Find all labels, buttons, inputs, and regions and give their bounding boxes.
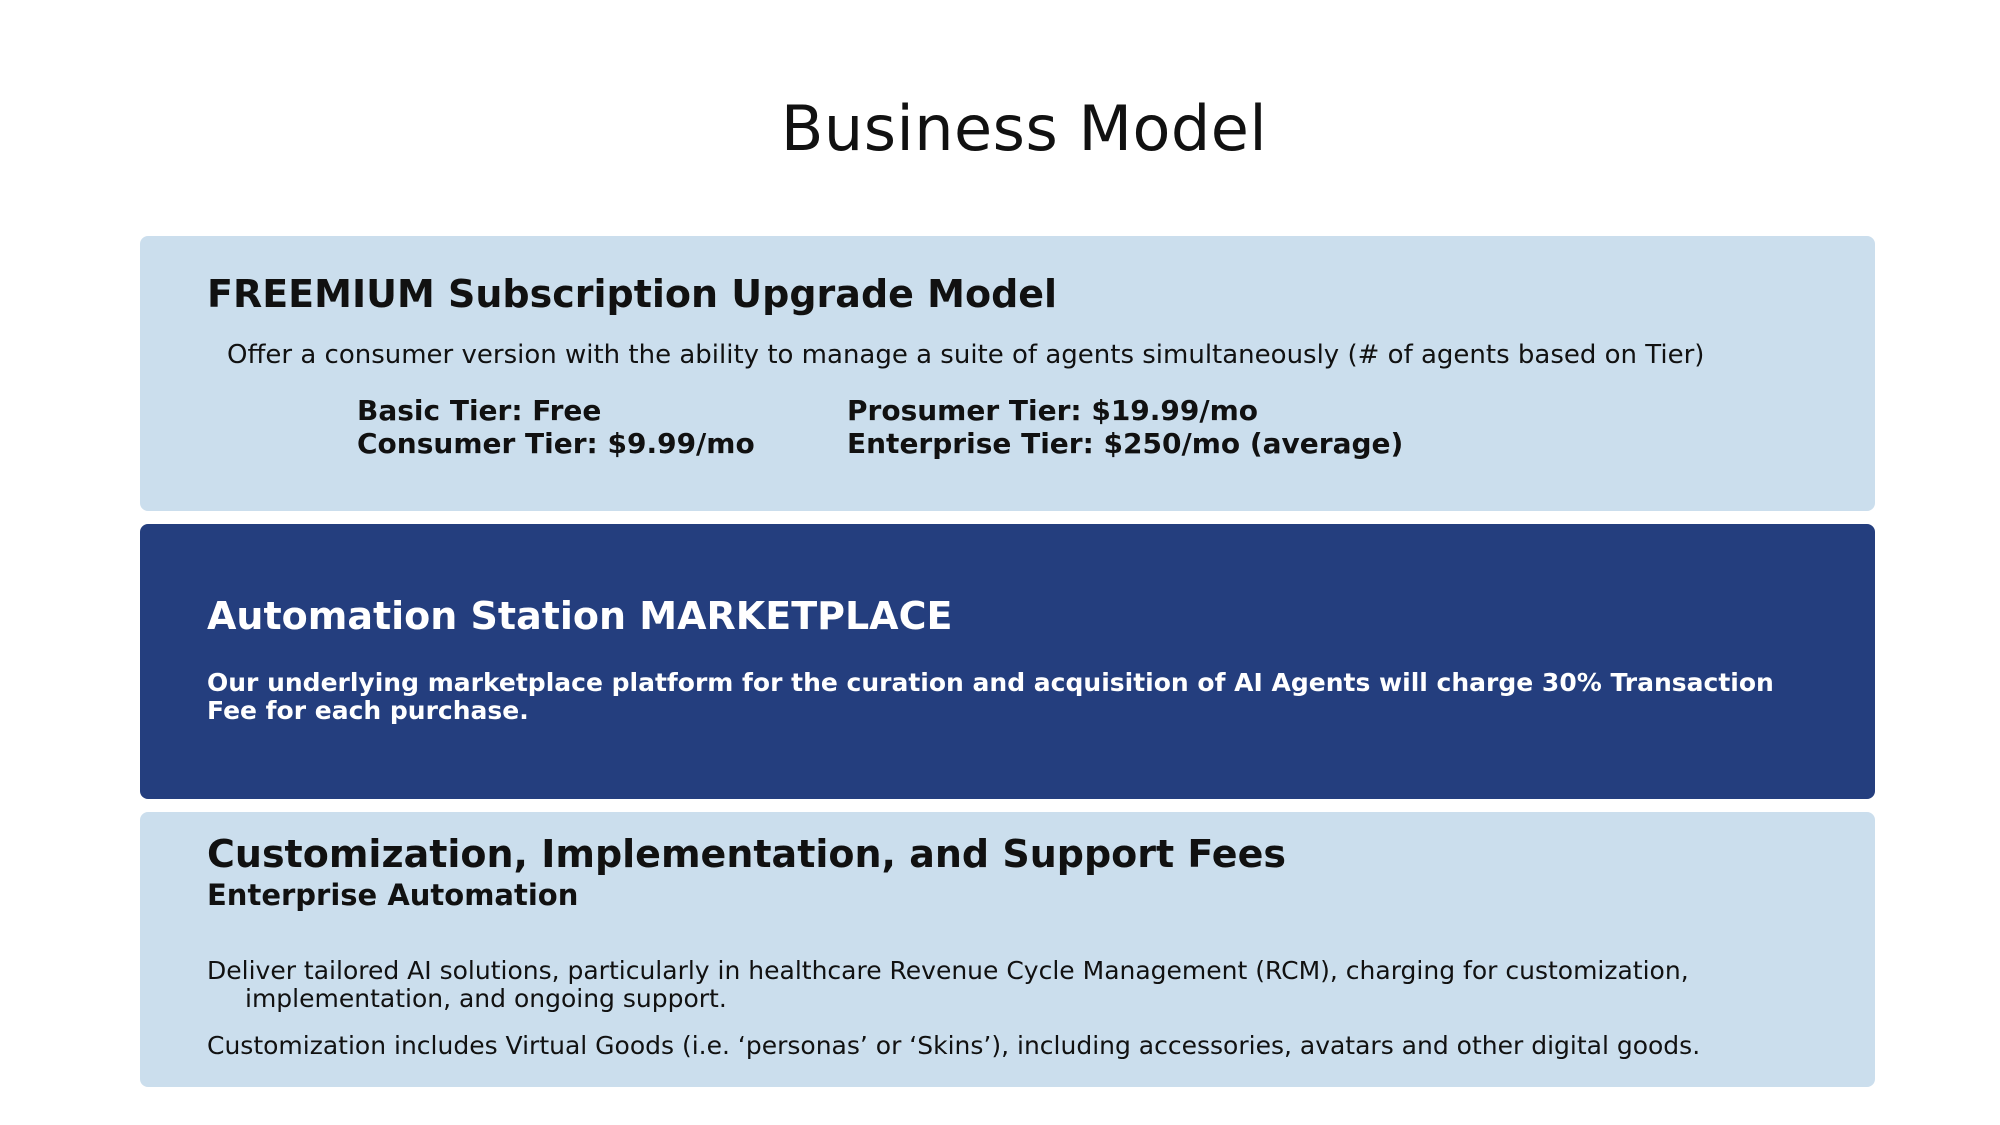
customization-paragraph-virtual-goods: Customization includes Virtual Goods (i.… <box>207 1031 1701 1060</box>
freemium-heading: FREEMIUM Subscription Upgrade Model <box>207 272 1058 316</box>
customization-subheading: Enterprise Automation <box>207 878 579 912</box>
tier-enterprise: Enterprise Tier: $250/mo (average) <box>847 427 1404 460</box>
freemium-panel: FREEMIUM Subscription Upgrade Model Offe… <box>140 236 1875 511</box>
marketplace-description: Our underlying marketplace platform for … <box>207 668 1774 725</box>
customization-panel: Customization, Implementation, and Suppo… <box>140 812 1875 1087</box>
tier-basic: Basic Tier: Free <box>357 394 602 427</box>
marketplace-heading: Automation Station MARKETPLACE <box>207 594 953 638</box>
page-title: Business Model <box>780 92 1268 165</box>
customization-paragraph-rcm: Deliver tailored AI solutions, particula… <box>207 956 1689 1013</box>
customization-heading: Customization, Implementation, and Suppo… <box>207 832 1286 876</box>
tier-consumer: Consumer Tier: $9.99/mo <box>357 427 755 460</box>
tier-prosumer: Prosumer Tier: $19.99/mo <box>847 394 1259 427</box>
freemium-description: Offer a consumer version with the abilit… <box>227 340 1705 370</box>
marketplace-panel: Automation Station MARKETPLACE Our under… <box>140 524 1875 799</box>
